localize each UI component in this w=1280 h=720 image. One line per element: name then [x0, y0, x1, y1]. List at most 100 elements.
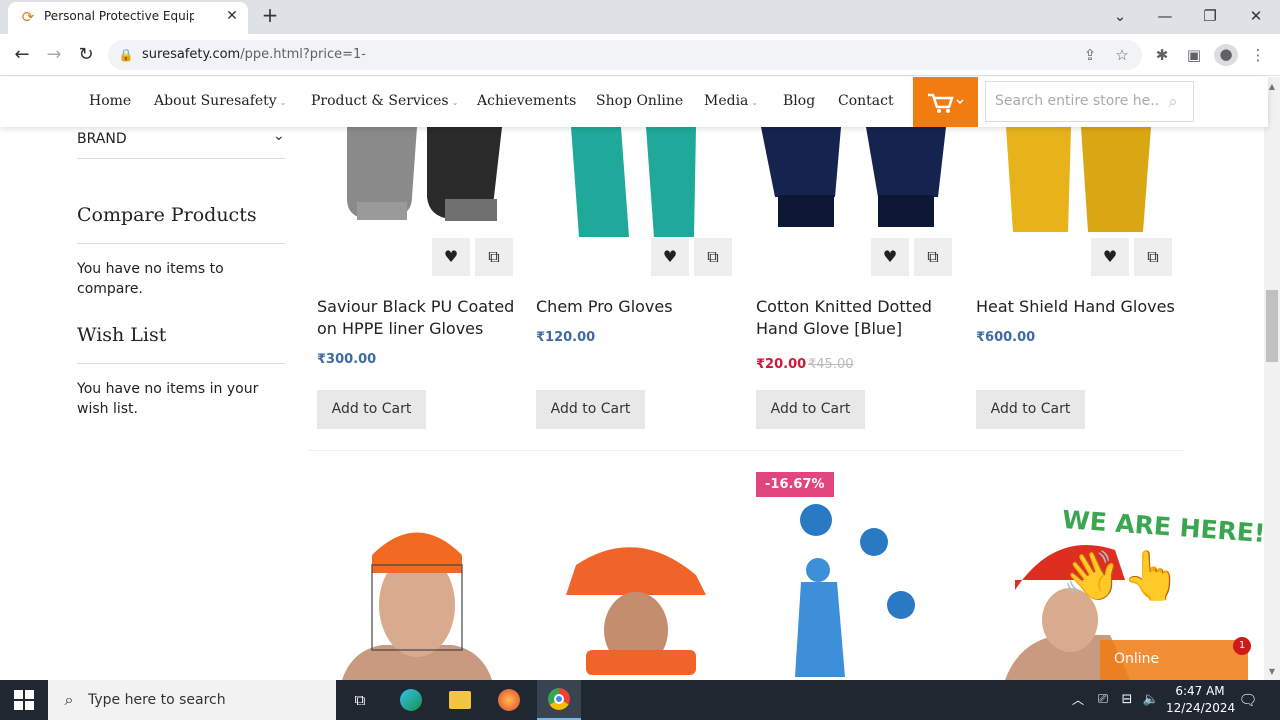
product-image[interactable]: [756, 500, 954, 680]
add-to-cart-button[interactable]: Add to Cart: [317, 390, 426, 429]
chat-online-button[interactable]: Online: [1100, 640, 1248, 680]
product-price: ₹300.00: [317, 352, 377, 367]
close-window-icon[interactable]: ✕: [1246, 6, 1266, 26]
compare-icon: ⧉: [488, 247, 500, 266]
wishlist-text: You have no items in your wish list.: [77, 381, 259, 417]
add-to-cart-button[interactable]: Add to Cart: [536, 390, 645, 429]
restore-icon[interactable]: ❐: [1200, 6, 1220, 26]
file-explorer-icon[interactable]: [449, 691, 471, 709]
compare-button[interactable]: ⧉: [694, 238, 732, 276]
product-image[interactable]: [536, 510, 734, 680]
compare-button[interactable]: ⧉: [475, 238, 513, 276]
compare-text: You have no items to compare.: [77, 261, 224, 297]
minimize-icon[interactable]: —: [1155, 6, 1175, 26]
nav-achievements[interactable]: Achievements: [477, 93, 576, 109]
chevron-down-icon: ⌄: [279, 98, 287, 107]
chat-status: Online: [1114, 651, 1160, 667]
search-icon[interactable]: ⌕: [1163, 92, 1183, 112]
url-text[interactable]: suresafety.com/ppe.html?price=1-: [142, 47, 366, 62]
product-image[interactable]: [317, 510, 515, 680]
new-tab-icon[interactable]: +: [258, 5, 282, 25]
compare-icon: ⧉: [927, 247, 939, 266]
product-name[interactable]: Chem Pro Gloves: [536, 296, 736, 318]
chevron-up-icon[interactable]: ︿: [1070, 690, 1086, 710]
clock-date[interactable]: 12/24/2024: [1166, 701, 1235, 715]
product-image[interactable]: [536, 127, 734, 247]
product-name[interactable]: Cotton Knitted Dotted Hand Glove [Blue]: [756, 296, 956, 340]
add-to-cart-button[interactable]: Add to Cart: [756, 390, 865, 429]
edge-icon[interactable]: [400, 689, 422, 711]
chemical-suit-illustration: [795, 504, 915, 677]
clock-time[interactable]: 6:47 AM: [1172, 684, 1228, 698]
profile-icon[interactable]: ●: [1214, 44, 1238, 66]
nav-media[interactable]: Media ⌄: [704, 93, 758, 109]
share-icon[interactable]: ⇪: [1080, 45, 1100, 65]
lock-icon[interactable]: 🔒: [118, 45, 134, 65]
green-glove-illustration: [571, 127, 696, 237]
windows-start-icon[interactable]: [14, 690, 34, 710]
cart-icon: [928, 93, 964, 113]
product-sale-price: ₹20.00: [756, 357, 807, 372]
product-name[interactable]: Heat Shield Hand Gloves: [976, 296, 1176, 318]
nav-contact-label: Contact: [838, 93, 894, 109]
nav-shop[interactable]: Shop Online: [596, 93, 683, 109]
sidepanel-icon[interactable]: ▣: [1184, 45, 1204, 65]
forward-icon[interactable]: →: [44, 45, 64, 65]
nav-shop-label: Shop Online: [596, 93, 684, 109]
tab-search-icon[interactable]: ⌄: [1110, 6, 1130, 26]
reload-icon[interactable]: ↻: [76, 45, 96, 65]
nav-blog-label: Blog: [783, 93, 816, 109]
product-image[interactable]: [756, 127, 954, 247]
task-view-icon[interactable]: ⧉: [350, 690, 370, 710]
chrome-icon: [548, 688, 570, 710]
star-icon[interactable]: ☆: [1112, 45, 1132, 65]
product-name[interactable]: Saviour Black PU Coated on HPPE liner Gl…: [317, 296, 517, 340]
volume-icon[interactable]: 🔈: [1142, 690, 1160, 710]
heart-icon: ♥: [882, 247, 898, 266]
nav-achievements-label: Achievements: [477, 93, 577, 109]
divider: [77, 243, 285, 244]
close-tab-icon[interactable]: ✕: [222, 6, 242, 26]
product-image[interactable]: [976, 127, 1174, 247]
back-icon[interactable]: ←: [12, 45, 32, 65]
scroll-down-icon[interactable]: ▼: [1264, 662, 1280, 682]
network-icon[interactable]: ⊟: [1118, 690, 1136, 710]
wishlist-button[interactable]: ♥: [1091, 238, 1129, 276]
chevron-down-icon: ⌄: [451, 98, 459, 107]
compare-button[interactable]: ⧉: [914, 238, 952, 276]
notifications-icon[interactable]: 🗨: [1238, 690, 1258, 710]
nav-blog[interactable]: Blog: [783, 93, 815, 109]
yellow-glove-illustration: [1006, 127, 1151, 232]
product-price: ₹120.00: [536, 330, 596, 345]
product-price: ₹600.00: [976, 330, 1036, 345]
product-old-price: ₹45.00: [808, 357, 854, 372]
url-path: /ppe.html?price=1-: [240, 47, 366, 62]
blue-glove-illustration: [761, 127, 946, 227]
menu-icon[interactable]: ⋮: [1250, 45, 1266, 65]
chat-count: 1: [1238, 640, 1246, 651]
wishlist-button[interactable]: ♥: [651, 238, 689, 276]
cart-button[interactable]: [913, 77, 978, 127]
chrome-taskbar-button[interactable]: [537, 680, 581, 720]
nav-products[interactable]: Product & Services ⌄: [311, 93, 458, 109]
heart-icon: ♥: [443, 247, 459, 266]
scrollbar-track[interactable]: [1264, 77, 1280, 680]
brand-filter[interactable]: BRAND ⌄: [77, 128, 285, 158]
nav-home[interactable]: Home: [89, 93, 131, 109]
brand-filter-label: BRAND: [77, 131, 127, 147]
wishlist-button[interactable]: ♥: [432, 238, 470, 276]
row-divider: [308, 450, 1184, 451]
chat-notification-badge: 1: [1233, 637, 1251, 655]
firefox-icon[interactable]: [498, 689, 520, 711]
nav-products-label: Product & Services: [311, 93, 449, 109]
meet-now-icon[interactable]: ⎚: [1094, 690, 1112, 710]
nav-contact[interactable]: Contact: [838, 93, 894, 109]
product-image[interactable]: [317, 127, 515, 247]
scrollbar-thumb[interactable]: [1266, 290, 1278, 362]
wishlist-button[interactable]: ♥: [871, 238, 909, 276]
add-to-cart-button[interactable]: Add to Cart: [976, 390, 1085, 429]
compare-button[interactable]: ⧉: [1134, 238, 1172, 276]
nav-about[interactable]: About Suresafety ⌄: [154, 93, 286, 109]
black-glove-illustration: [347, 127, 502, 221]
extensions-icon[interactable]: ✱: [1152, 45, 1172, 65]
